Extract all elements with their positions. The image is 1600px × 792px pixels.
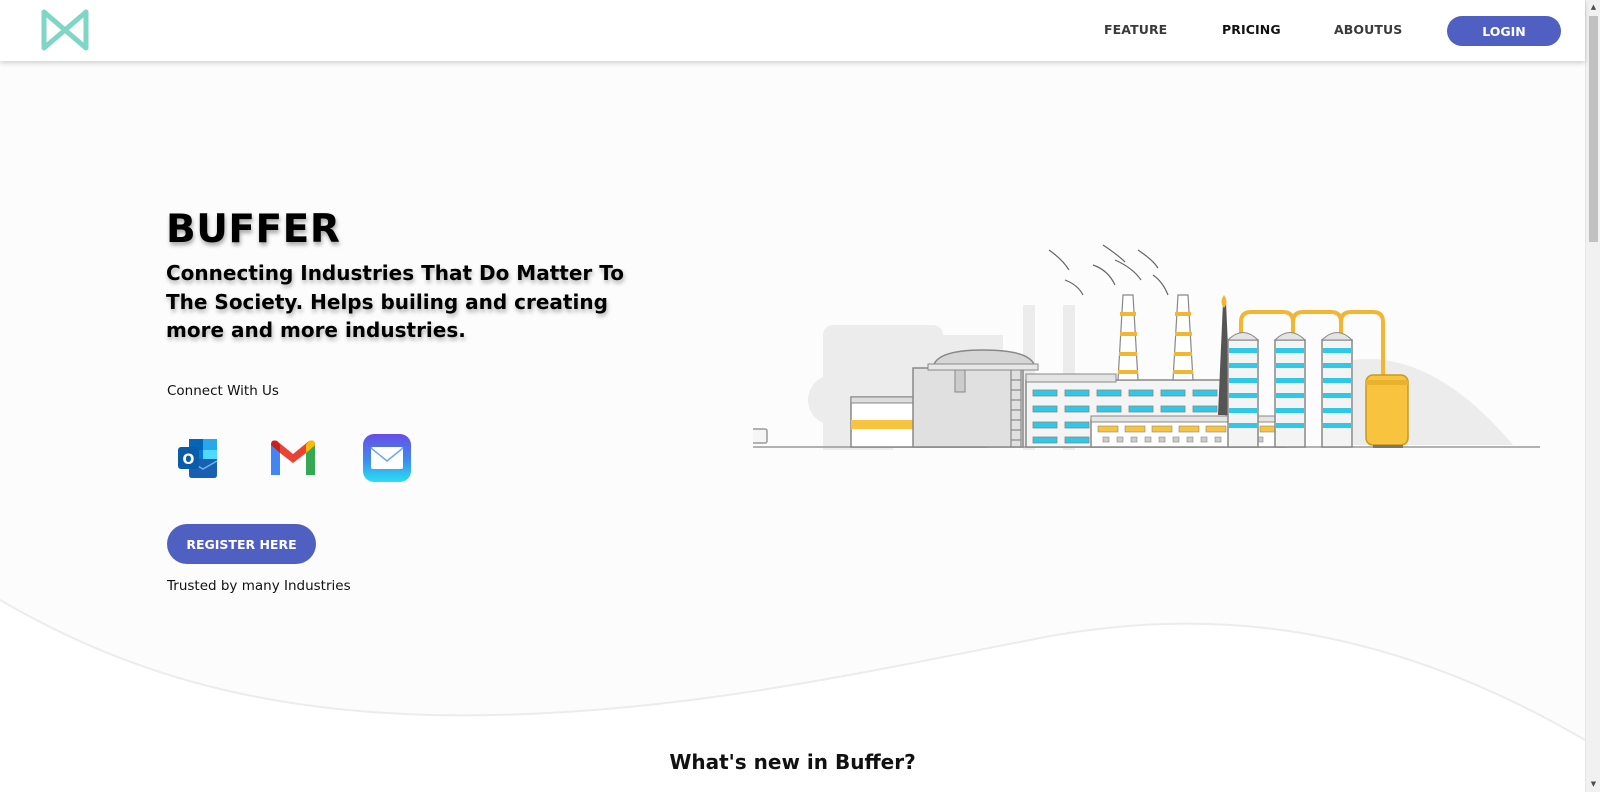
nav-aboutus-link[interactable]: ABOUTUS (1334, 22, 1402, 37)
hero-title: BUFFER (166, 207, 341, 252)
whats-new-title: What's new in Buffer? (669, 750, 916, 774)
register-button[interactable]: REGISTER HERE (167, 524, 316, 564)
outlook-icon[interactable]: O (173, 433, 223, 483)
gmail-icon[interactable] (268, 433, 318, 483)
mail-app-icon[interactable] (362, 433, 412, 483)
trusted-text: Trusted by many Industries (167, 578, 351, 594)
login-button[interactable]: LOGIN (1447, 16, 1561, 46)
nav-feature-link[interactable]: FEATURE (1104, 22, 1167, 37)
svg-text:O: O (183, 452, 195, 468)
scroll-up-arrow-icon[interactable]: ▲ (1586, 0, 1600, 15)
page-scrollbar[interactable]: ▲ ▼ (1585, 0, 1600, 792)
logo-icon[interactable] (41, 8, 89, 52)
nav-pricing-link[interactable]: PRICING (1222, 22, 1281, 37)
factory-illustration (753, 244, 1540, 450)
scroll-thumb[interactable] (1589, 16, 1598, 242)
scroll-down-arrow-icon[interactable]: ▼ (1586, 777, 1600, 792)
navbar: FEATURE PRICING ABOUTUS LOGIN (0, 0, 1585, 61)
connect-label: Connect With Us (167, 383, 279, 399)
hero-subtitle: Connecting Industries That Do Matter To … (166, 261, 624, 342)
